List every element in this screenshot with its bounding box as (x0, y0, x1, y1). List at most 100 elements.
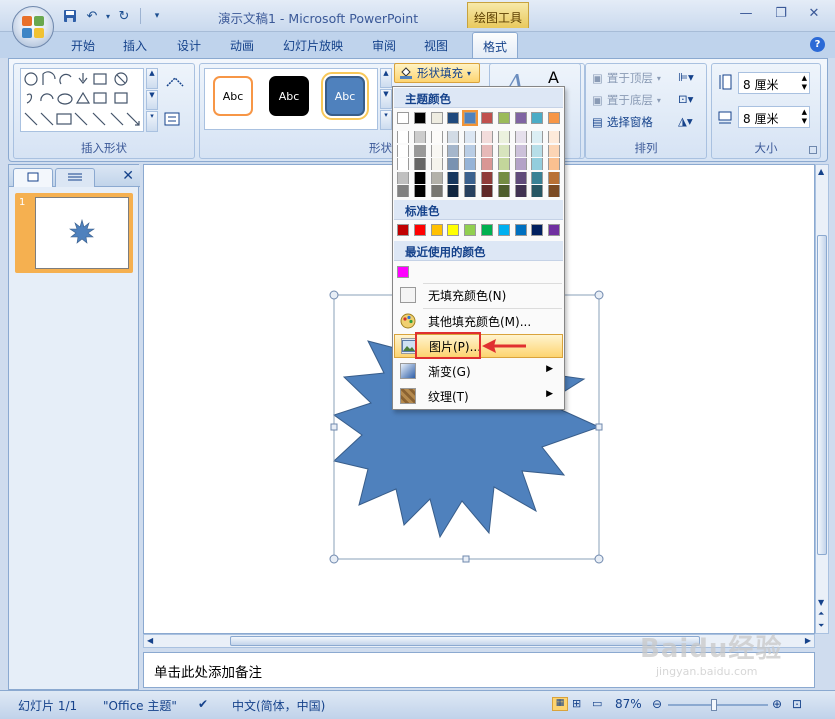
language-indicator[interactable]: 中文(简体，中国) (232, 697, 325, 714)
style-swatch-orange-outline[interactable]: Abc (213, 76, 253, 116)
standard-color-swatch[interactable] (397, 224, 409, 236)
normal-view-icon[interactable]: ▦ (552, 697, 568, 711)
edit-shape-icon[interactable] (164, 74, 186, 90)
theme-color-shade-swatch[interactable] (514, 144, 527, 157)
theme-color-shade-swatch[interactable] (514, 171, 527, 184)
outline-tab[interactable] (55, 168, 95, 187)
theme-color-shade-swatch[interactable] (397, 158, 409, 170)
more-fill-colors-item[interactable]: 其他填充颜色(M)... (394, 309, 563, 333)
help-icon[interactable]: ? (810, 37, 825, 52)
theme-color-shade-swatch[interactable] (531, 144, 544, 157)
vertical-scroll-thumb[interactable] (817, 235, 827, 555)
theme-color-shade-swatch[interactable] (481, 144, 493, 157)
tab-view[interactable]: 视图 (424, 37, 448, 54)
redo-icon[interactable]: ↻ (114, 7, 134, 25)
bring-to-front-button[interactable]: ▣ 置于顶层 ▾ (592, 70, 661, 86)
tab-design[interactable]: 设计 (177, 37, 201, 54)
theme-color-swatch[interactable] (447, 112, 460, 124)
scroll-down-icon[interactable]: ▼ (818, 598, 824, 607)
theme-color-shade-swatch[interactable] (397, 144, 409, 157)
align-icon[interactable]: ⊫▾ (678, 70, 694, 84)
theme-color-swatch[interactable] (548, 112, 561, 124)
slideshow-view-icon[interactable]: ▭ (592, 697, 602, 710)
width-spinner[interactable]: ▲ ▼ (802, 108, 807, 126)
theme-color-shade-swatch[interactable] (413, 131, 426, 143)
theme-color-shade-swatch[interactable] (464, 185, 477, 197)
standard-color-swatch[interactable] (548, 224, 561, 236)
selection-pane-button[interactable]: ▤ 选择窗格 (592, 114, 653, 130)
theme-color-shade-swatch[interactable] (413, 144, 426, 157)
theme-color-swatch[interactable] (497, 112, 510, 124)
office-button[interactable] (12, 6, 54, 48)
recent-color-swatch[interactable] (397, 266, 409, 278)
theme-color-shade-swatch[interactable] (514, 185, 527, 197)
theme-color-shade-swatch[interactable] (430, 158, 443, 170)
theme-color-shade-swatch[interactable] (497, 185, 510, 197)
rotate-icon[interactable]: ◮▾ (678, 114, 693, 128)
theme-color-shade-swatch[interactable] (548, 171, 561, 184)
tab-animations[interactable]: 动画 (230, 37, 254, 54)
no-fill-item[interactable]: 无填充颜色(N) (394, 283, 563, 307)
shapes-gallery-scroll[interactable]: ▲ ▼ ▾ (146, 68, 158, 133)
theme-color-shade-swatch[interactable] (481, 185, 493, 197)
tab-insert[interactable]: 插入 (123, 37, 147, 54)
theme-color-swatch[interactable] (430, 112, 443, 124)
close-pane-icon[interactable]: ✕ (122, 168, 134, 184)
close-icon[interactable]: ✕ (803, 6, 825, 24)
theme-color-shade-swatch[interactable] (531, 185, 544, 197)
theme-color-shade-swatch[interactable] (447, 144, 460, 157)
theme-color-shade-swatch[interactable] (430, 131, 443, 143)
minimize-icon[interactable]: — (735, 6, 757, 24)
standard-color-swatch[interactable] (531, 224, 544, 236)
scroll-right-icon[interactable]: ▶ (805, 636, 811, 645)
theme-color-shade-swatch[interactable] (447, 185, 460, 197)
theme-color-swatch[interactable] (462, 110, 479, 126)
theme-color-shade-swatch[interactable] (413, 158, 426, 170)
theme-color-shade-swatch[interactable] (481, 158, 493, 170)
theme-color-shade-swatch[interactable] (481, 131, 493, 143)
theme-color-shade-swatch[interactable] (548, 131, 561, 143)
theme-color-shade-swatch[interactable] (464, 131, 477, 143)
standard-color-swatch[interactable] (430, 224, 443, 236)
send-to-back-button[interactable]: ▣ 置于底层 ▾ (592, 92, 661, 108)
shapes-gallery[interactable] (20, 68, 144, 132)
tab-format[interactable]: 格式 (472, 32, 519, 58)
tab-review[interactable]: 审阅 (372, 37, 396, 54)
previous-slide-icon[interactable]: ⏶ (818, 609, 824, 619)
scroll-up-icon[interactable]: ▲ (818, 167, 824, 176)
height-spinner[interactable]: ▲ ▼ (802, 74, 807, 92)
theme-color-swatch[interactable] (514, 112, 527, 124)
group-icon[interactable]: ⊡▾ (678, 92, 693, 106)
slide-thumbnail[interactable] (35, 197, 129, 269)
theme-color-shade-swatch[interactable] (397, 185, 409, 197)
standard-color-swatch[interactable] (497, 224, 510, 236)
theme-color-shade-swatch[interactable] (447, 171, 460, 184)
customize-qat-icon[interactable]: ▾ (147, 7, 167, 25)
style-swatch-blue-selected[interactable]: Abc (321, 72, 369, 120)
theme-color-shade-swatch[interactable] (447, 131, 460, 143)
standard-color-swatch[interactable] (413, 224, 426, 236)
zoom-slider-thumb[interactable] (711, 699, 717, 711)
next-slide-icon[interactable]: ⏷ (818, 621, 824, 631)
theme-color-shade-swatch[interactable] (497, 131, 510, 143)
theme-color-shade-swatch[interactable] (497, 144, 510, 157)
shape-height-input[interactable]: 8 厘米 ▲ ▼ (738, 72, 810, 94)
theme-color-shade-swatch[interactable] (548, 144, 561, 157)
gradient-fill-item[interactable]: 渐变(G) ▶ (394, 359, 563, 383)
style-gallery-scroll[interactable]: ▲ ▼ ▾ (380, 68, 392, 130)
undo-dropdown-icon[interactable]: ▾ (104, 7, 112, 25)
theme-color-shade-swatch[interactable] (413, 185, 426, 197)
theme-color-shade-swatch[interactable] (397, 131, 409, 143)
size-dialog-launcher[interactable] (809, 146, 817, 154)
zoom-out-icon[interactable]: ⊖ (652, 697, 662, 711)
theme-color-shade-swatch[interactable] (397, 171, 409, 184)
zoom-level[interactable]: 87% (615, 697, 642, 711)
spell-check-icon[interactable]: ✔ (198, 697, 208, 711)
zoom-in-icon[interactable]: ⊕ (772, 697, 782, 711)
scroll-left-icon[interactable]: ◀ (147, 636, 153, 645)
theme-color-shade-swatch[interactable] (531, 171, 544, 184)
theme-color-shade-swatch[interactable] (464, 144, 477, 157)
theme-color-shade-swatch[interactable] (548, 158, 561, 170)
standard-color-swatch[interactable] (447, 224, 460, 236)
undo-icon[interactable]: ↶ (82, 7, 102, 25)
